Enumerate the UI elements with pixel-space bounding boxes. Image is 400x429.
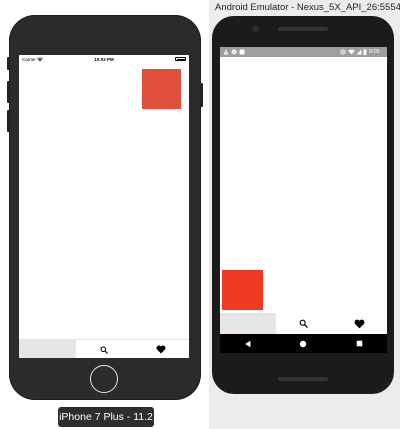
ios-status-bar: Carrier 10:02 PM	[19, 55, 189, 64]
ios-tab-favorites[interactable]	[132, 340, 189, 358]
android-tab-home[interactable]	[220, 313, 276, 334]
nav-recents-button[interactable]	[349, 336, 369, 352]
iphone-mute-switch	[7, 57, 10, 70]
android-tab-search[interactable]	[276, 313, 332, 334]
home-icon	[299, 340, 307, 348]
ios-tab-search[interactable]	[76, 340, 133, 358]
emulator-titlebar: Android Emulator - Nexus_5X_API_26:5554	[209, 0, 400, 14]
heart-icon	[354, 319, 365, 329]
battery-icon	[175, 57, 186, 61]
android-tab-bar	[220, 313, 387, 334]
nexus-bottom-speaker	[278, 377, 328, 381]
android-clock: 9:05	[369, 48, 380, 55]
ios-screen: Carrier 10:02 PM	[19, 55, 189, 358]
notification-dot-icon	[239, 49, 245, 55]
red-square-view	[222, 270, 263, 310]
nav-back-button[interactable]	[238, 336, 258, 352]
iphone-power-button	[200, 83, 203, 107]
iphone-home-button[interactable]	[90, 365, 118, 393]
android-nav-bar	[220, 334, 387, 353]
recents-icon	[356, 340, 363, 347]
ios-tab-bar	[19, 339, 189, 358]
ios-tab-home[interactable]	[19, 340, 76, 358]
ios-device-label: iPhone 7 Plus - 11.2	[58, 407, 154, 427]
back-icon	[244, 340, 252, 348]
wifi-icon	[348, 49, 355, 55]
ios-clock: 10:02 PM	[94, 57, 114, 62]
emulator-window-title: Android Emulator - Nexus_5X_API_26:5554	[215, 2, 400, 13]
data-saver-icon	[340, 49, 346, 55]
android-tab-favorites[interactable]	[331, 313, 387, 334]
search-icon	[100, 346, 108, 354]
nexus-front-camera	[252, 25, 259, 32]
iphone-volume-up	[7, 81, 10, 103]
android-screen: A 9:05	[220, 47, 387, 353]
heart-icon	[156, 345, 166, 354]
nav-home-button[interactable]	[293, 336, 313, 352]
nexus-top-speaker	[278, 27, 328, 31]
iphone-volume-down	[7, 110, 10, 132]
sync-off-icon: A	[231, 49, 237, 55]
cell-signal-icon	[356, 49, 362, 55]
android-status-bar: A 9:05	[220, 47, 387, 57]
red-square-view	[142, 69, 181, 109]
warning-icon	[223, 49, 229, 55]
search-icon	[299, 319, 308, 328]
battery-icon	[363, 49, 367, 55]
ios-battery-group	[175, 57, 186, 61]
